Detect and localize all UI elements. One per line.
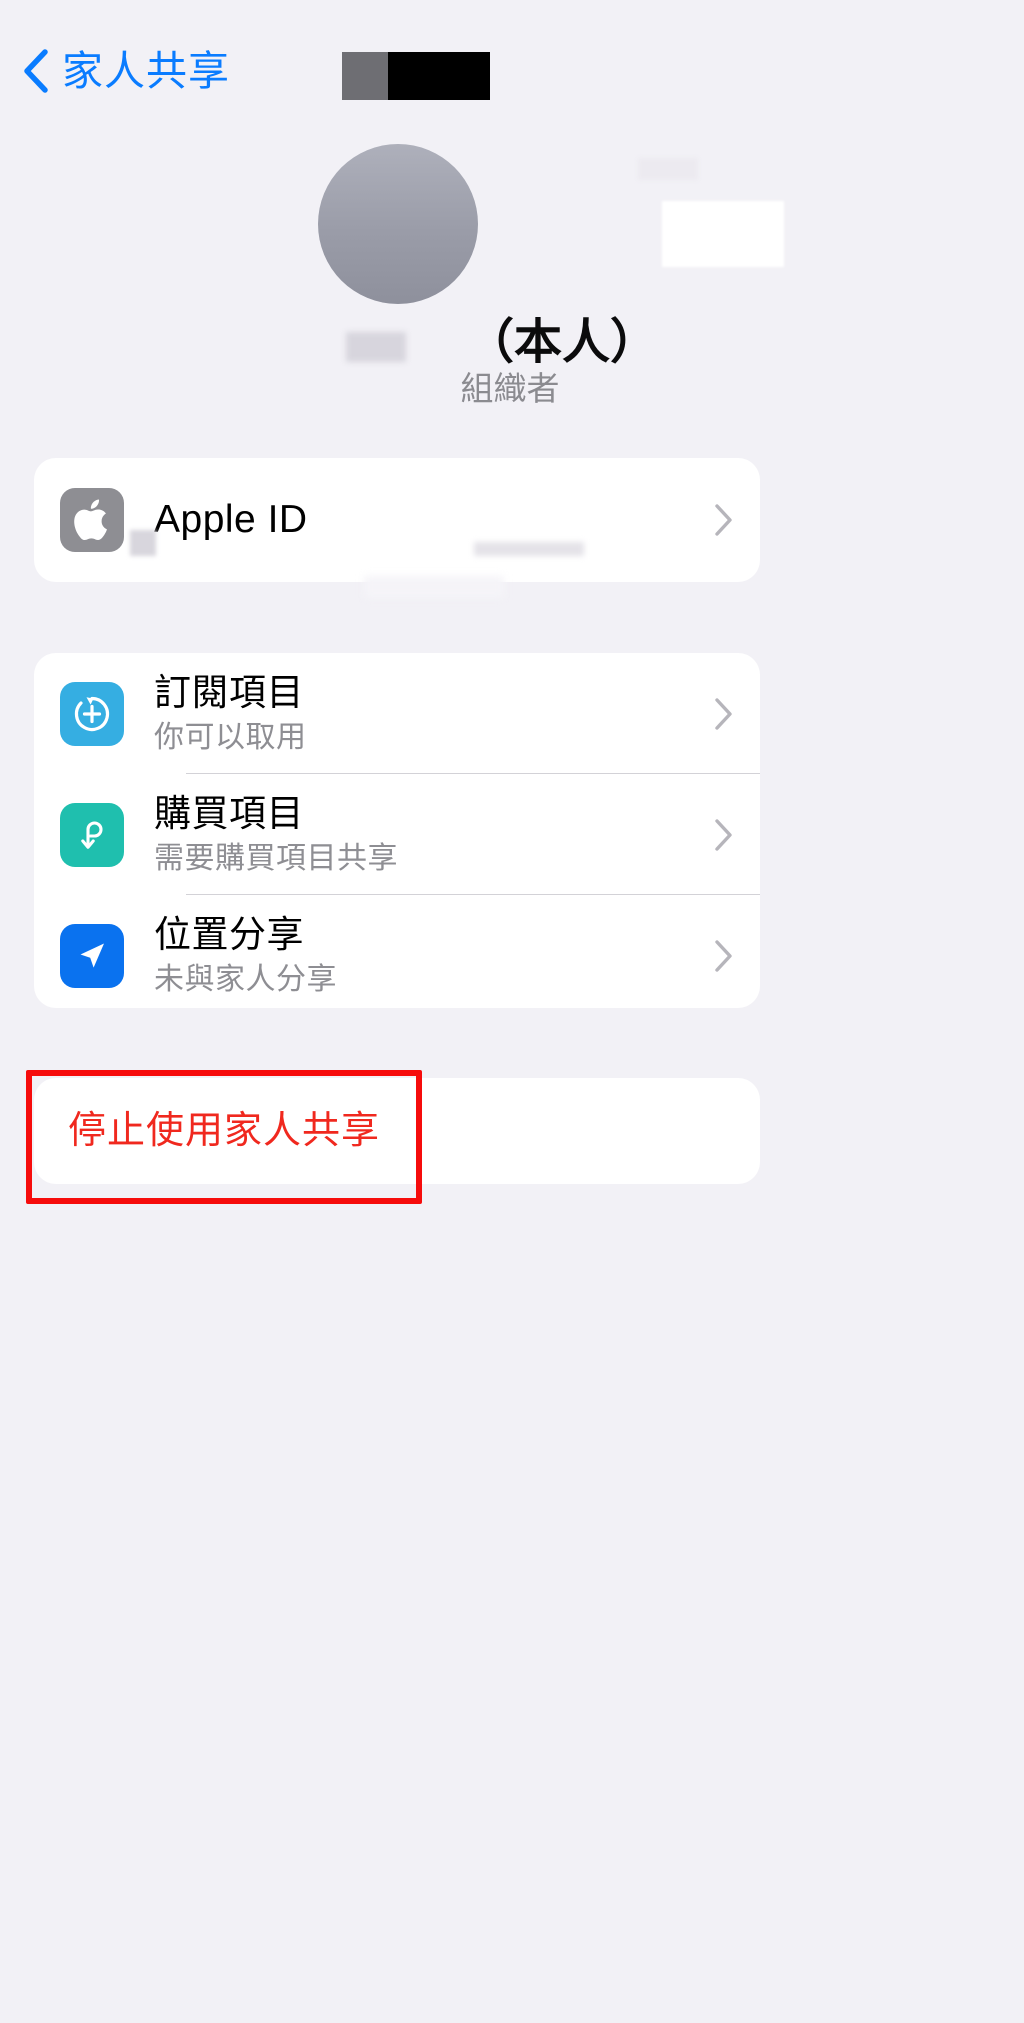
settings-family-sharing-screen: 家人共享 （本人） 組織者 Apple ID 訂閱項目 你可以取用 購買項目 需…: [0, 0, 1024, 2023]
avatar[interactable]: [318, 144, 784, 304]
apple-id-redaction-c: [364, 576, 504, 598]
avatar-redaction-block: [662, 201, 784, 267]
profile-self-suffix: （本人）: [466, 316, 659, 369]
row-subscriptions-text: 訂閱項目 你可以取用: [154, 670, 704, 758]
redaction-segment-black: [388, 52, 490, 100]
row-purchases-subtitle: 需要購買項目共享: [154, 841, 398, 875]
chevron-right-icon: [714, 818, 734, 852]
family-features-card: 訂閱項目 你可以取用 購買項目 需要購買項目共享 位置分享 未與家人分享: [34, 653, 760, 1008]
row-location-sharing-title: 位置分享: [154, 913, 304, 955]
apple-id-row[interactable]: Apple ID: [34, 458, 760, 598]
apple-id-card: Apple ID: [34, 458, 760, 598]
stop-family-sharing-label: 停止使用家人共享: [68, 1110, 381, 1152]
navbar-redaction-block: [342, 52, 490, 100]
apple-id-redaction-b: [474, 542, 584, 556]
apple-id-redaction-a: [130, 530, 156, 556]
chevron-right-icon: [714, 503, 734, 537]
avatar-redaction-top: [638, 158, 698, 180]
row-location-sharing-subtitle: 未與家人分享: [154, 962, 337, 996]
row-purchases-text: 購買項目 需要購買項目共享: [154, 791, 704, 879]
chevron-right-icon: [714, 697, 734, 731]
subscriptions-icon: [60, 681, 124, 746]
profile-role-label: 組織者: [460, 370, 560, 407]
row-purchases-title: 購買項目: [154, 792, 304, 834]
row-location-sharing[interactable]: 位置分享 未與家人分享: [34, 895, 760, 1016]
profile-name-redaction: [346, 332, 406, 362]
row-subscriptions-subtitle: 你可以取用: [154, 720, 307, 754]
apple-id-title: Apple ID: [154, 498, 308, 541]
location-sharing-icon: [60, 923, 124, 988]
apple-logo-icon: [60, 488, 124, 552]
apple-id-text: Apple ID: [154, 497, 704, 543]
row-purchases[interactable]: 購買項目 需要購買項目共享: [34, 774, 760, 895]
chevron-right-icon: [714, 939, 734, 973]
redaction-segment-gray: [342, 52, 388, 100]
stop-family-sharing-card: 停止使用家人共享: [34, 1078, 760, 1184]
purchases-icon: [60, 802, 124, 867]
row-subscriptions-title: 訂閱項目: [154, 671, 304, 713]
back-button-label: 家人共享: [62, 48, 230, 94]
back-button[interactable]: 家人共享: [22, 48, 230, 94]
stop-family-sharing-button[interactable]: 停止使用家人共享: [34, 1078, 760, 1184]
profile-header: （本人） 組織者: [0, 130, 1024, 460]
navigation-bar: 家人共享: [0, 0, 1024, 130]
chevron-left-icon: [22, 49, 48, 93]
row-location-sharing-text: 位置分享 未與家人分享: [154, 912, 704, 1000]
row-subscriptions[interactable]: 訂閱項目 你可以取用: [34, 653, 760, 774]
